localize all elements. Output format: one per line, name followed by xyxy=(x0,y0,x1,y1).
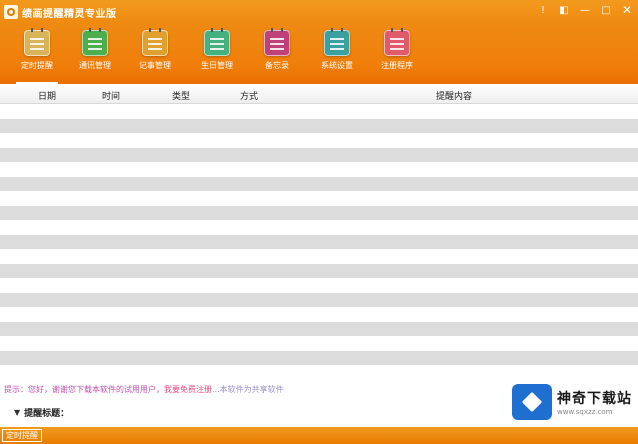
table-row[interactable] xyxy=(0,118,638,133)
table-row[interactable] xyxy=(0,321,638,336)
toolbar-timer-reminder-button[interactable]: 定时提醒 xyxy=(8,28,66,84)
table-row[interactable] xyxy=(0,307,638,322)
toolbar-item-label: 通讯管理 xyxy=(79,61,111,70)
table-row[interactable] xyxy=(0,263,638,278)
skin-icon[interactable]: ◧ xyxy=(555,1,573,19)
register-icon xyxy=(384,28,410,56)
remind-title-row: ▼ 提醒标题： xyxy=(0,402,510,422)
table-row[interactable] xyxy=(0,249,638,264)
hint-prefix: 提示： xyxy=(4,385,28,394)
toolbar-notes-button[interactable]: 记事管理 xyxy=(126,28,184,78)
minimize-icon[interactable]: — xyxy=(576,1,594,19)
window-title: 绩画提醒精灵专业版 xyxy=(22,8,117,20)
notes-icon xyxy=(142,28,168,56)
toolbar-item-label: 系统设置 xyxy=(321,61,353,70)
table-row[interactable] xyxy=(0,292,638,307)
reminder-table-body[interactable] xyxy=(0,104,638,366)
toolbar-item-label: 注册程序 xyxy=(381,61,413,70)
toolbar-item-label: 记事管理 xyxy=(139,61,171,70)
window-controls: ! ◧ — □ ✕ xyxy=(534,1,636,19)
toolbar-contacts-button[interactable]: 通讯管理 xyxy=(66,28,124,78)
maximize-icon[interactable]: □ xyxy=(597,1,615,19)
status-bar: 定时提醒 xyxy=(0,427,638,444)
table-row[interactable] xyxy=(0,234,638,249)
expand-arrow-icon[interactable]: ▼ xyxy=(14,408,20,417)
table-row[interactable] xyxy=(0,104,638,119)
toolbar-birthday-button[interactable]: 生日管理 xyxy=(188,28,246,78)
reminder-table-header: 日期 时间 类型 方式 提醒内容 xyxy=(0,84,638,104)
column-header-content[interactable]: 提醒内容 xyxy=(436,89,472,102)
hint-text: 提示：您好，谢谢您下载本软件的试用用户，我要免费注册...本软件为共享软件 xyxy=(4,384,284,395)
app-logo-icon xyxy=(4,5,18,19)
close-icon[interactable]: ✕ xyxy=(618,1,636,19)
table-row[interactable] xyxy=(0,191,638,206)
register-link[interactable]: 我要免费注册 xyxy=(164,385,212,394)
watermark-url: www.sqxzz.com xyxy=(557,408,613,416)
status-badge: 定时提醒 xyxy=(2,429,42,442)
table-row[interactable] xyxy=(0,205,638,220)
toolbar-item-label: 定时提醒 xyxy=(21,61,53,70)
watermark-logo-icon xyxy=(512,384,552,420)
title-bar: 绩画提醒精灵专业版 ! ◧ — □ ✕ xyxy=(0,0,638,24)
contacts-icon xyxy=(82,28,108,56)
toolbar-memo-button[interactable]: 备忘录 xyxy=(248,28,306,78)
column-header-date[interactable]: 日期 xyxy=(38,89,56,102)
table-row[interactable] xyxy=(0,176,638,191)
column-header-type[interactable]: 类型 xyxy=(172,89,190,102)
main-toolbar: 定时提醒 通讯管理 记事管理 生日管理 备忘录 系统设置 注册程序 xyxy=(0,24,638,84)
memo-icon xyxy=(264,28,290,56)
column-header-method[interactable]: 方式 xyxy=(240,89,258,102)
settings-icon xyxy=(324,28,350,56)
table-row[interactable] xyxy=(0,162,638,177)
alarm-icon xyxy=(24,28,50,56)
table-row[interactable] xyxy=(0,220,638,235)
birthday-icon xyxy=(204,28,230,56)
remind-title-label: 提醒标题： xyxy=(24,408,70,419)
table-row[interactable] xyxy=(0,133,638,148)
watermark-name: 神奇下载站 xyxy=(557,391,632,407)
table-row[interactable] xyxy=(0,278,638,293)
hint-tail: ...本软件为共享软件 xyxy=(212,385,284,394)
toolbar-settings-button[interactable]: 系统设置 xyxy=(308,28,366,78)
column-header-time[interactable]: 时间 xyxy=(102,89,120,102)
help-icon[interactable]: ! xyxy=(534,1,552,19)
toolbar-item-label: 生日管理 xyxy=(201,61,233,70)
hint-main: 您好，谢谢您下载本软件的试用用户， xyxy=(28,385,164,394)
toolbar-item-label: 备忘录 xyxy=(265,61,289,70)
table-row[interactable] xyxy=(0,350,638,365)
watermark: 神奇下载站 www.sqxzz.com xyxy=(512,382,634,422)
table-row[interactable] xyxy=(0,147,638,162)
table-row[interactable] xyxy=(0,336,638,351)
toolbar-register-button[interactable]: 注册程序 xyxy=(368,28,426,78)
